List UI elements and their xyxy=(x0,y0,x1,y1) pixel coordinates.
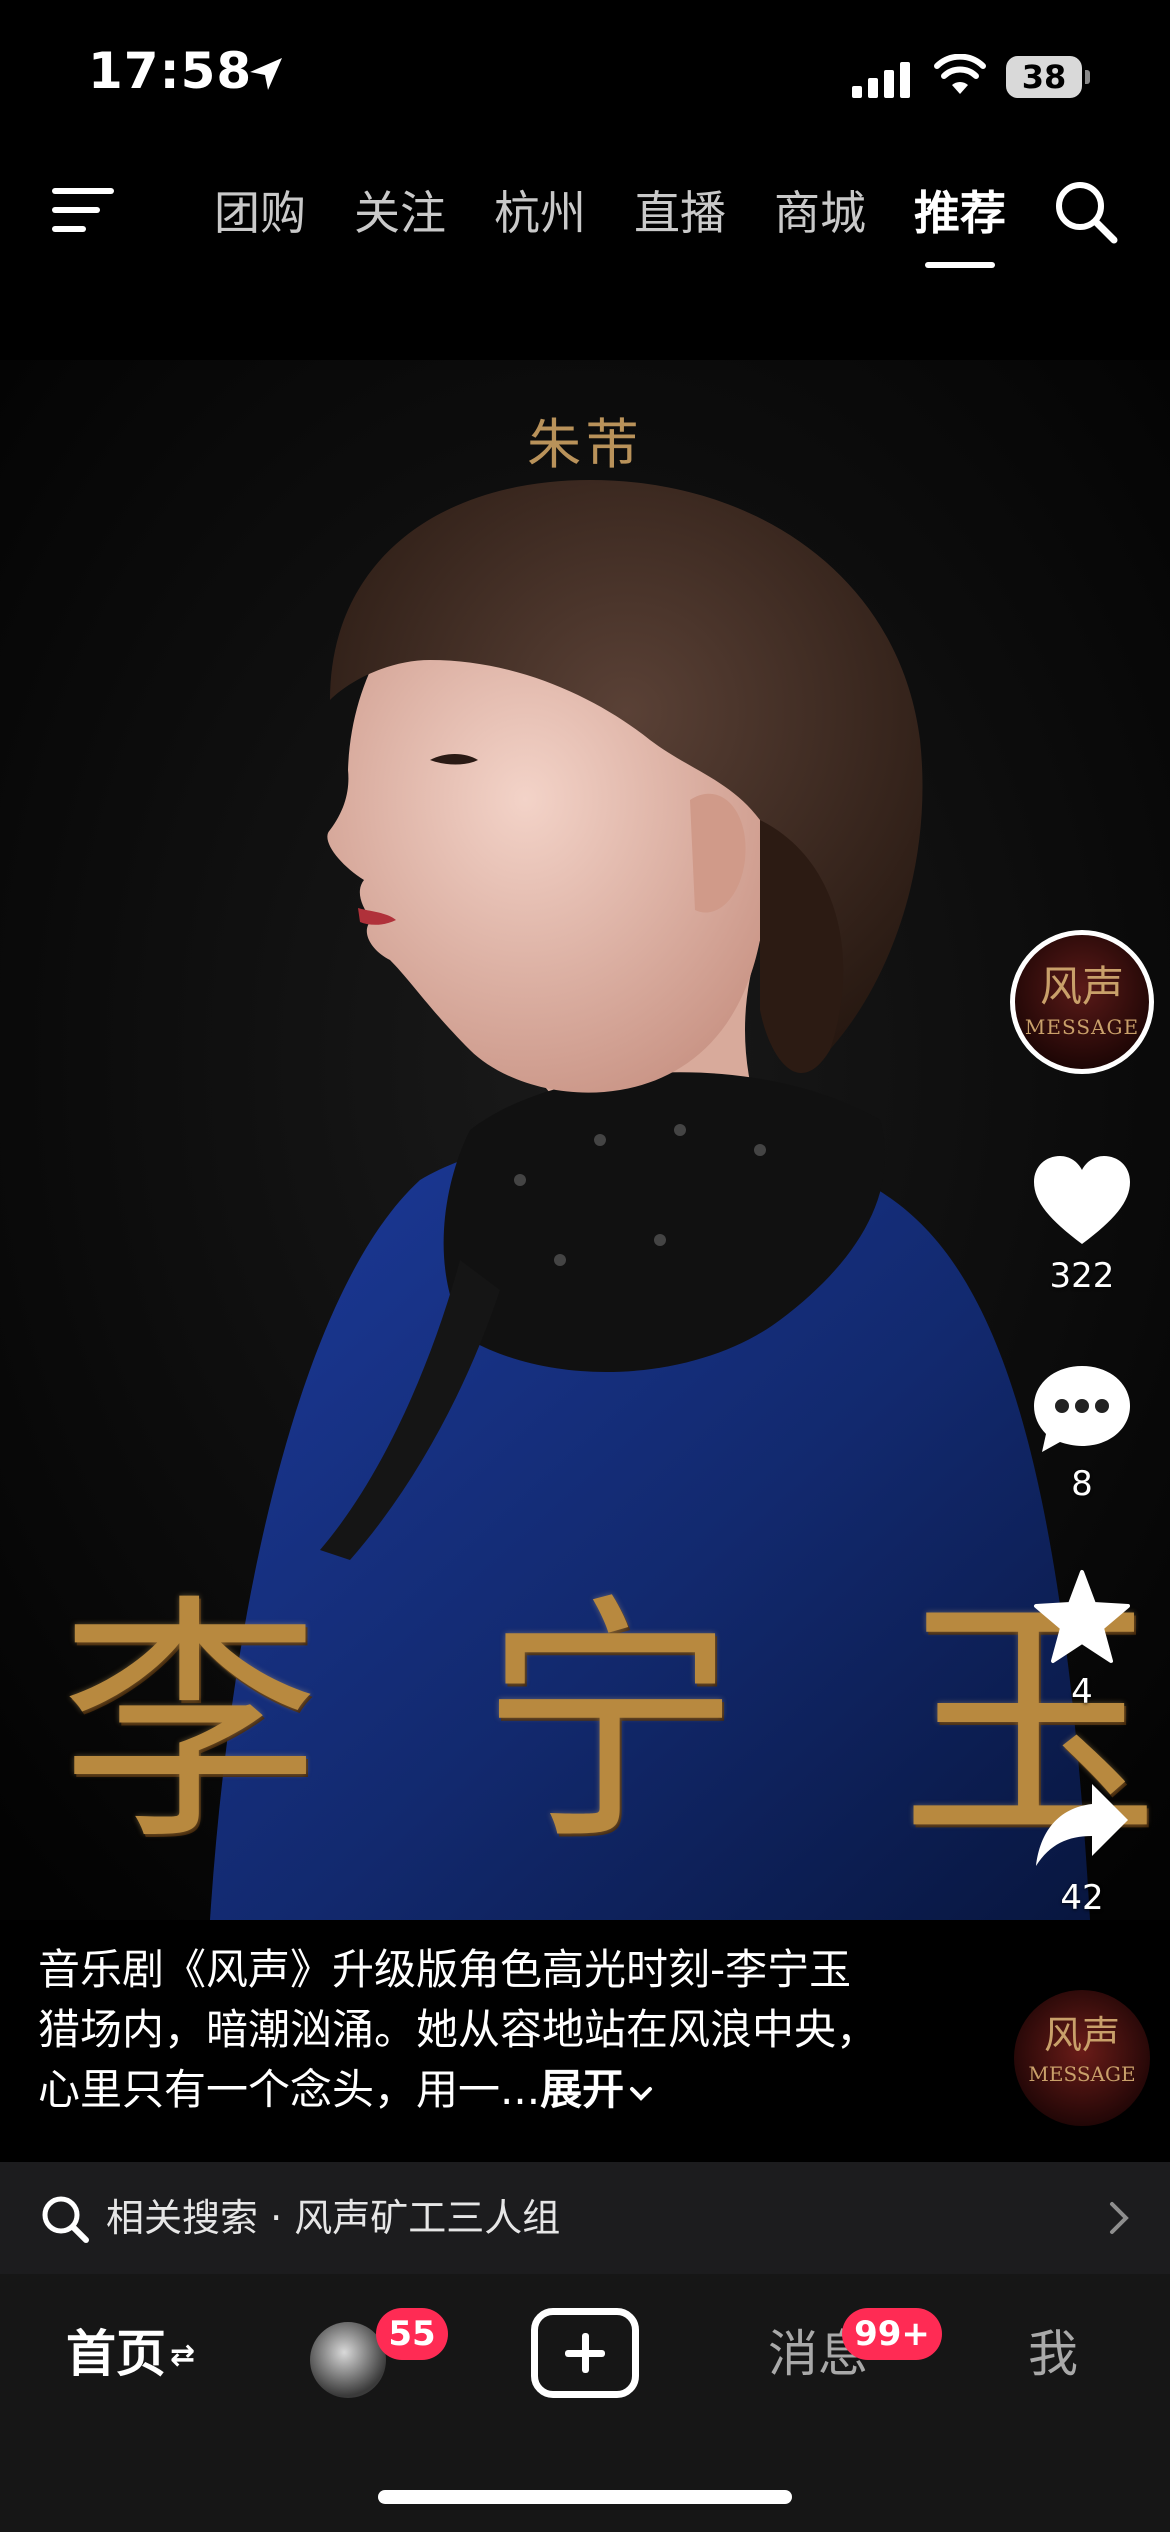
tab-group-buy[interactable]: 团购 xyxy=(190,178,330,248)
create-post-button[interactable] xyxy=(531,2308,639,2398)
music-disc-logo-subtitle: MESSAGE xyxy=(1028,2062,1136,2086)
like-button[interactable]: 322 xyxy=(1010,1154,1154,1296)
home-indicator[interactable] xyxy=(378,2490,792,2504)
tab-recommended[interactable]: 推荐 xyxy=(890,178,1030,268)
heart-icon xyxy=(1034,1156,1130,1244)
comment-count: 8 xyxy=(1071,1464,1093,1504)
search-icon[interactable] xyxy=(1052,178,1120,246)
video-player[interactable]: 朱芾 李 宁 玉 xyxy=(0,360,1170,1920)
caption-expand-link[interactable]: 展开 xyxy=(540,2065,624,2114)
status-time: 17:58 xyxy=(88,42,253,100)
video-credit-text: 朱芾 xyxy=(527,413,643,476)
top-nav: 团购 关注 杭州 直播 商城 推荐 xyxy=(0,160,1170,280)
like-count: 322 xyxy=(1049,1256,1115,1296)
tab-live[interactable]: 直播 xyxy=(610,178,750,248)
status-bar: 17:58 38 xyxy=(0,0,1170,150)
caption-text: 音乐剧《风声》升级版角色高光时刻-李宁玉 猎场内，暗潮汹涌。她从容地站在风浪中央… xyxy=(38,1945,879,2114)
nav-home[interactable]: 首页 ⇄ xyxy=(66,2314,195,2394)
music-disc[interactable]: 风声 MESSAGE xyxy=(1014,1990,1150,2126)
related-search-text: 相关搜索 · 风声矿工三人组 xyxy=(106,2196,561,2240)
title-char-1: 李 xyxy=(60,1574,320,1876)
tab-recommended-label: 推荐 xyxy=(914,186,1006,240)
nav-friends-avatar[interactable] xyxy=(310,2322,386,2398)
tab-local-city[interactable]: 杭州 xyxy=(470,178,610,248)
menu-icon[interactable] xyxy=(50,182,116,238)
location-arrow-icon xyxy=(250,58,282,90)
refresh-arrows-icon: ⇄ xyxy=(170,2338,196,2373)
video-title-overlay: 李 宁 玉 xyxy=(0,1575,1170,1875)
nav-home-label: 首页 xyxy=(66,2325,166,2383)
battery-level: 38 xyxy=(1021,58,1067,96)
nav-me[interactable]: 我 xyxy=(1028,2314,1078,2394)
share-arrow-icon xyxy=(1036,1784,1128,1866)
cellular-signal-icon xyxy=(852,62,910,98)
tab-mall[interactable]: 商城 xyxy=(750,178,890,248)
battery-indicator: 38 xyxy=(1006,56,1090,98)
chevron-down-icon xyxy=(630,2087,653,2101)
messages-badge: 99+ xyxy=(842,2308,942,2360)
favorite-count: 4 xyxy=(1071,1672,1093,1712)
video-caption[interactable]: 音乐剧《风声》升级版角色高光时刻-李宁玉 猎场内，暗潮汹涌。她从容地站在风浪中央… xyxy=(38,1940,898,2120)
favorite-button[interactable]: 4 xyxy=(1010,1568,1154,1712)
creator-avatar[interactable]: 风声 MESSAGE xyxy=(1010,930,1154,1074)
feed-tabs: 团购 关注 杭州 直播 商城 推荐 xyxy=(190,178,1030,268)
tab-following[interactable]: 关注 xyxy=(330,178,470,248)
comment-bubble-icon xyxy=(1034,1366,1130,1452)
search-icon xyxy=(42,2196,89,2243)
share-count: 42 xyxy=(1060,1878,1104,1918)
comment-button[interactable]: 8 xyxy=(1010,1362,1154,1504)
star-icon xyxy=(1034,1570,1130,1663)
music-disc-logo-title: 风声 xyxy=(1043,2013,1120,2057)
related-search-bar[interactable]: 相关搜索 · 风声矿工三人组 xyxy=(0,2162,1170,2274)
chevron-right-icon xyxy=(1110,2202,1129,2234)
avatar-logo-subtitle: MESSAGE xyxy=(1024,1015,1140,1039)
wifi-icon xyxy=(934,54,986,94)
avatar-logo-title: 风声 xyxy=(1039,962,1124,1011)
share-button[interactable]: 42 xyxy=(1010,1780,1154,1918)
title-char-2: 宁 xyxy=(480,1574,740,1876)
active-tab-indicator xyxy=(925,262,995,268)
friends-badge: 55 xyxy=(376,2308,448,2360)
